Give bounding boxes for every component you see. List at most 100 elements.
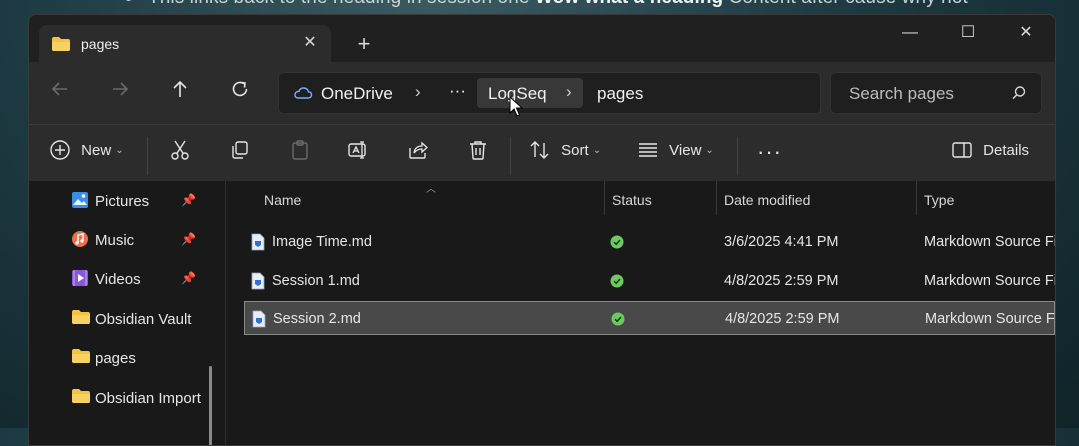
music-icon bbox=[71, 230, 89, 252]
chevron-down-icon: ⌄ bbox=[592, 144, 602, 156]
plus-circle-icon bbox=[50, 140, 70, 160]
column-header-status[interactable]: Status bbox=[612, 192, 652, 208]
file-name: Image Time.md bbox=[272, 234, 372, 250]
column-header-name[interactable]: Name bbox=[264, 192, 301, 208]
search-box[interactable]: Search pages bbox=[830, 72, 1042, 114]
chevron-down-icon: ⌄ bbox=[705, 144, 714, 156]
markdown-file-icon bbox=[252, 310, 266, 333]
chevron-right-icon[interactable]: › bbox=[566, 82, 572, 102]
address-bar[interactable]: OneDrive › ··· LogSeq › pages bbox=[278, 72, 821, 114]
rename-button[interactable] bbox=[347, 139, 369, 161]
details-button[interactable]: Details bbox=[951, 139, 1029, 161]
folder-icon bbox=[51, 36, 71, 57]
address-row: OneDrive › ··· LogSeq › pages Search pag… bbox=[29, 62, 1055, 124]
folder-icon bbox=[71, 348, 91, 368]
share-button[interactable] bbox=[407, 139, 429, 161]
markdown-file-icon bbox=[251, 272, 265, 295]
list-view-icon bbox=[639, 143, 657, 157]
scissors-icon bbox=[171, 140, 189, 160]
pin-icon[interactable]: 📌 bbox=[181, 193, 196, 207]
sort-button[interactable]: Sort ⌄ bbox=[529, 139, 601, 161]
markdown-file-icon bbox=[251, 233, 265, 256]
forward-arrow-icon bbox=[113, 82, 129, 96]
background-note-text: This links back to the heading in sessio… bbox=[125, 0, 968, 9]
divider bbox=[510, 137, 511, 175]
sort-icon bbox=[530, 141, 549, 159]
new-button[interactable]: New ⌄ bbox=[49, 139, 124, 161]
explorer-body: Pictures 📌 Music 📌 Videos 📌 Obsidian Vau… bbox=[29, 181, 1055, 445]
divider bbox=[147, 137, 148, 175]
search-icon bbox=[1011, 85, 1027, 106]
column-header-type[interactable]: Type bbox=[924, 192, 954, 208]
synced-check-icon bbox=[611, 312, 625, 331]
tab-strip: pages ✕ + — ☐ ✕ bbox=[29, 15, 1055, 62]
file-date: 4/8/2025 2:59 PM bbox=[724, 273, 839, 289]
synced-check-icon bbox=[610, 274, 624, 293]
file-list: ︿ Name Status Date modified Type Image T… bbox=[226, 181, 1055, 445]
column-header-date-modified[interactable]: Date modified bbox=[724, 192, 810, 208]
cut-button[interactable] bbox=[169, 139, 191, 161]
breadcrumb-ellipsis[interactable]: ··· bbox=[449, 81, 466, 101]
pin-icon[interactable]: 📌 bbox=[181, 271, 196, 285]
pictures-icon bbox=[71, 191, 89, 213]
sort-ascending-icon: ︿ bbox=[426, 184, 436, 195]
up-button[interactable] bbox=[169, 78, 199, 108]
file-date: 3/6/2025 4:41 PM bbox=[724, 234, 839, 250]
folder-icon bbox=[71, 309, 91, 329]
more-options-button[interactable]: ··· bbox=[757, 139, 782, 165]
mouse-cursor-icon bbox=[509, 95, 524, 123]
delete-button[interactable] bbox=[467, 139, 489, 161]
close-tab-button[interactable]: ✕ bbox=[298, 31, 322, 55]
close-window-button[interactable]: ✕ bbox=[997, 15, 1055, 51]
maximize-button[interactable]: ☐ bbox=[939, 15, 997, 51]
navigation-pane: Pictures 📌 Music 📌 Videos 📌 Obsidian Vau… bbox=[29, 181, 226, 445]
folder-icon bbox=[71, 388, 91, 408]
tab-pages[interactable]: pages ✕ bbox=[39, 25, 331, 62]
cloud-icon bbox=[293, 85, 313, 106]
file-type: Markdown Source File bbox=[924, 273, 1056, 289]
pin-icon[interactable]: 📌 bbox=[181, 232, 196, 246]
file-date: 4/8/2025 2:59 PM bbox=[725, 311, 840, 327]
divider bbox=[737, 137, 738, 175]
minimize-button[interactable]: — bbox=[881, 15, 939, 51]
sidebar-item-obsidian-import[interactable]: Obsidian Import bbox=[71, 386, 203, 412]
search-input[interactable]: Search pages bbox=[849, 84, 954, 104]
copy-button[interactable] bbox=[229, 139, 251, 161]
trash-icon bbox=[470, 141, 486, 160]
breadcrumb-onedrive[interactable]: OneDrive bbox=[321, 84, 393, 104]
synced-check-icon bbox=[610, 235, 624, 254]
tab-title: pages bbox=[81, 36, 120, 52]
copy-icon bbox=[232, 141, 248, 159]
back-button[interactable] bbox=[49, 78, 79, 108]
nav-scrollbar[interactable] bbox=[209, 366, 212, 445]
column-divider[interactable] bbox=[716, 181, 717, 215]
column-divider[interactable] bbox=[604, 181, 605, 215]
forward-button[interactable] bbox=[109, 78, 139, 108]
chevron-right-icon[interactable]: › bbox=[415, 82, 421, 102]
share-icon bbox=[409, 141, 428, 159]
details-pane-icon bbox=[952, 142, 972, 158]
chevron-down-icon: ⌄ bbox=[115, 144, 124, 156]
rename-icon bbox=[348, 141, 366, 159]
clipboard-icon bbox=[292, 140, 308, 160]
videos-icon bbox=[71, 269, 89, 291]
new-tab-button[interactable]: + bbox=[351, 31, 377, 57]
command-bar: New ⌄ Sort ⌄ View ⌄ ··· Details bbox=[29, 124, 1055, 182]
up-arrow-icon bbox=[173, 80, 187, 97]
refresh-button[interactable] bbox=[229, 78, 259, 108]
view-button[interactable]: View ⌄ bbox=[637, 139, 714, 161]
column-divider[interactable] bbox=[916, 181, 917, 215]
file-type: Markdown Source File bbox=[924, 234, 1056, 250]
back-arrow-icon bbox=[51, 82, 67, 96]
table-row[interactable]: Image Time.md 3/6/2025 4:41 PM Markdown … bbox=[244, 226, 1055, 258]
file-type: Markdown Source File bbox=[925, 311, 1056, 327]
breadcrumb-pages[interactable]: pages bbox=[597, 84, 643, 104]
paste-button[interactable] bbox=[289, 139, 311, 161]
table-row-selected[interactable]: Session 2.md 4/8/2025 2:59 PM Markdown S… bbox=[244, 301, 1055, 335]
table-row[interactable]: Session 1.md 4/8/2025 2:59 PM Markdown S… bbox=[244, 265, 1055, 297]
file-name: Session 1.md bbox=[272, 273, 360, 289]
file-name: Session 2.md bbox=[273, 311, 361, 327]
bullet-icon bbox=[125, 0, 132, 2]
refresh-icon bbox=[232, 81, 248, 97]
file-explorer-window: pages ✕ + — ☐ ✕ OneDrive › ··· LogSeq › … bbox=[28, 14, 1056, 446]
